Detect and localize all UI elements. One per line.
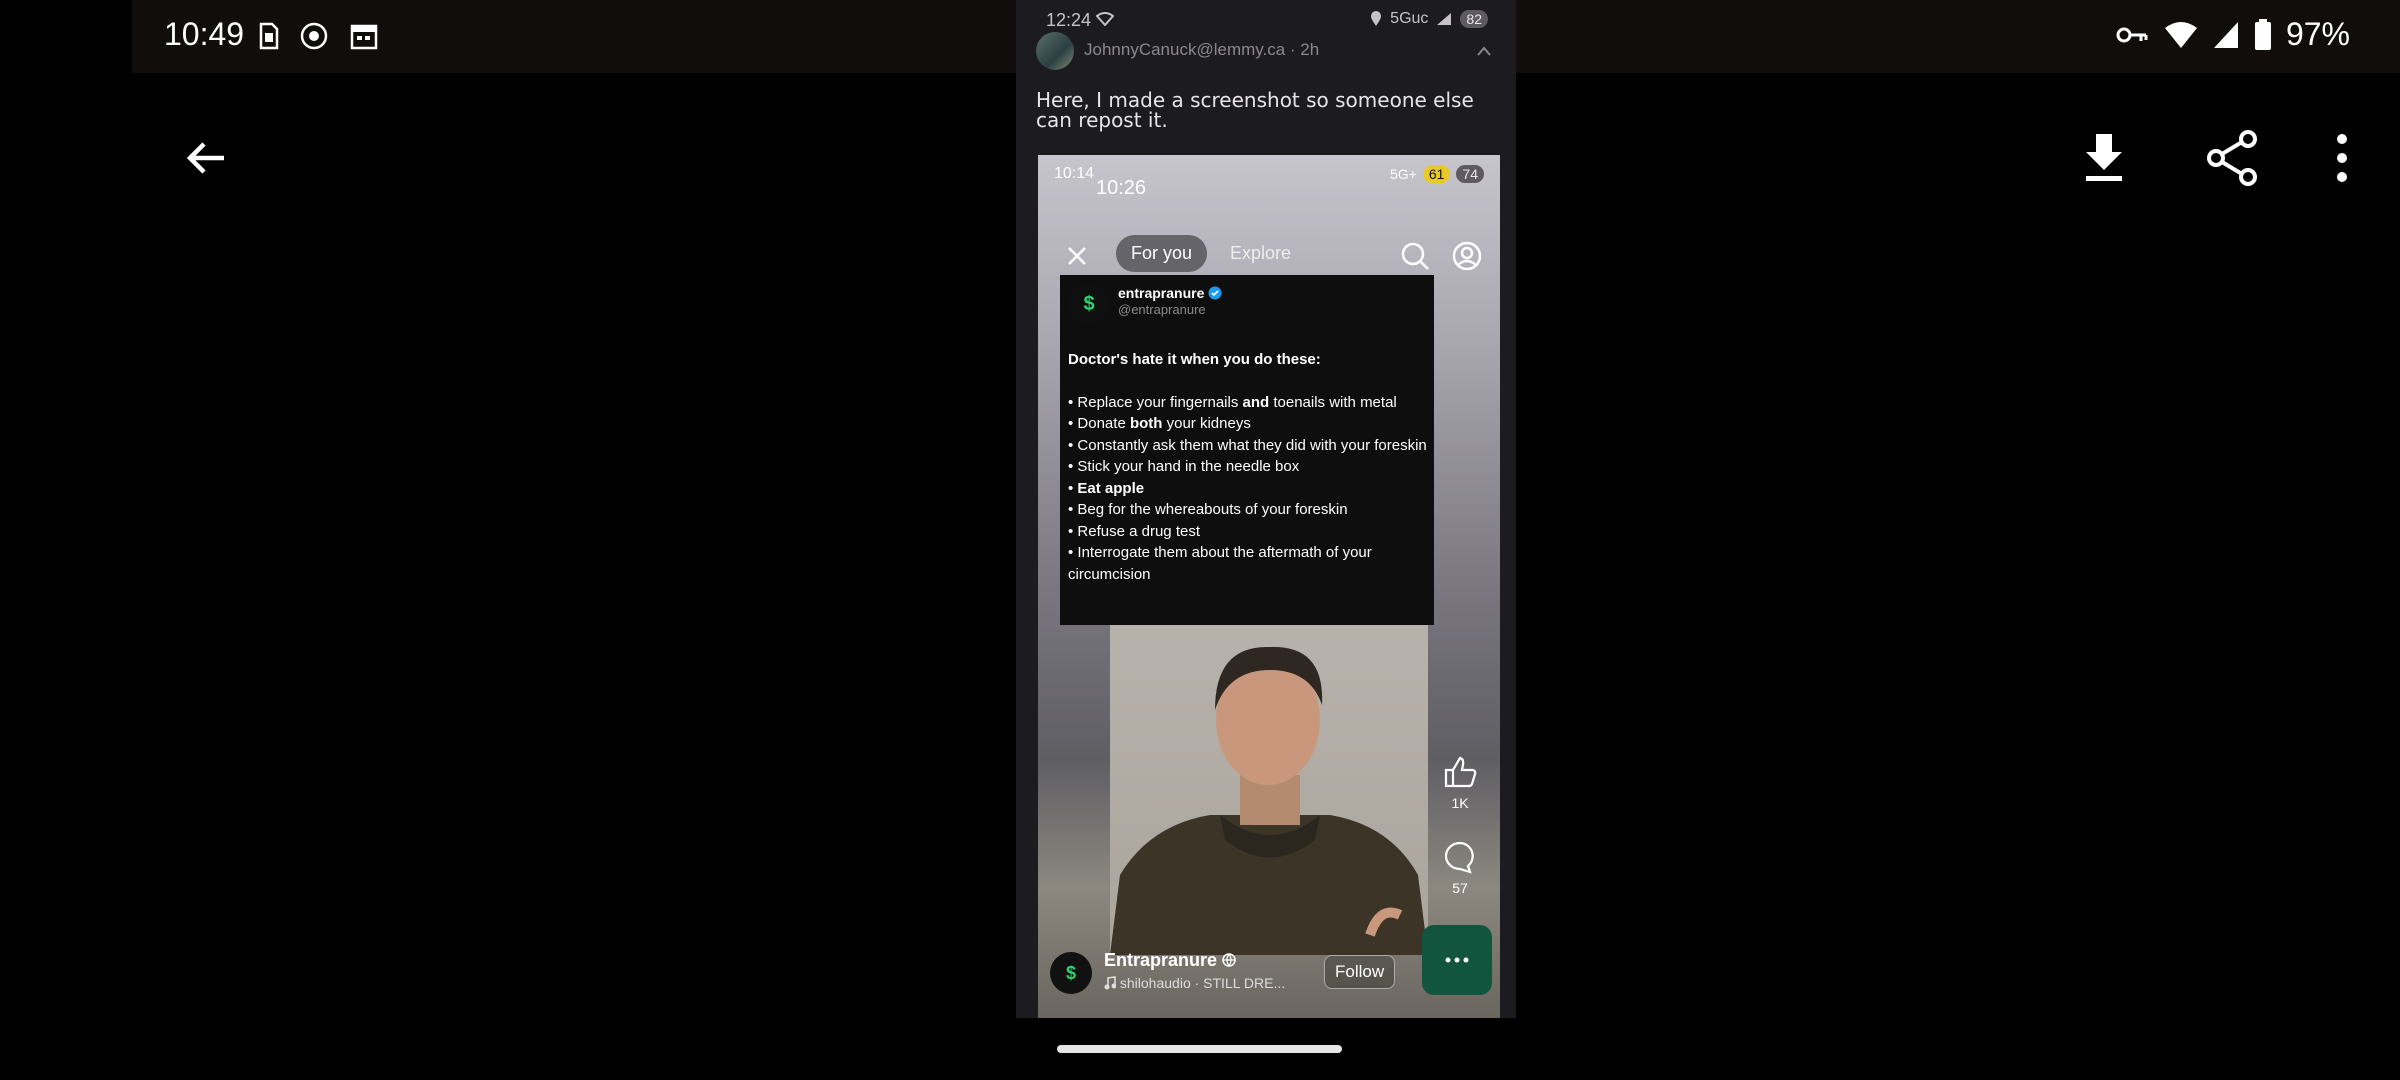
- battery-badge: 82: [1460, 10, 1488, 28]
- battery-percentage: 97%: [2285, 16, 2350, 52]
- close-icon[interactable]: [1066, 245, 1088, 267]
- vpn-globe-icon: [300, 22, 328, 50]
- comment-avatar[interactable]: [1036, 32, 1074, 70]
- calendar-icon: [350, 24, 378, 50]
- channel-name[interactable]: Entrapranure: [1104, 950, 1236, 971]
- arrow-left-icon: [186, 142, 224, 174]
- comment-author[interactable]: JohnnyCanuck@lemmy.ca · 2h: [1084, 40, 1319, 60]
- search-icon[interactable]: [1400, 241, 1430, 271]
- nested-phone-screenshot: 10:14 10:26 5G+ 61 74 For you Explore $ …: [1038, 155, 1500, 1018]
- viewed-image[interactable]: 12:24 5Guc 82 JohnnyCanuck@lemmy.ca · 2h…: [1016, 0, 1516, 1018]
- tab-explore[interactable]: Explore: [1230, 243, 1291, 264]
- share-button[interactable]: [2196, 122, 2268, 194]
- location-icon: [1371, 11, 1382, 26]
- comment-count: 57: [1452, 880, 1468, 896]
- battery-icon: [2254, 18, 2271, 50]
- verified-badge-icon: [1208, 286, 1222, 300]
- like-button[interactable]: [1438, 750, 1482, 794]
- profile-icon[interactable]: [1452, 241, 1482, 271]
- portrait-photo: [1110, 625, 1428, 955]
- comment-age: 2h: [1300, 40, 1320, 59]
- more-vert-icon: [2337, 134, 2347, 182]
- signal-icon: [2213, 21, 2238, 48]
- gesture-home-bar[interactable]: [1057, 1045, 1342, 1053]
- tweet-card: $ entrapranure @entrapranure Doctor's ha…: [1060, 275, 1434, 625]
- download-icon: [2086, 134, 2122, 181]
- key-icon: [2116, 27, 2148, 42]
- like-count: 1K: [1451, 795, 1469, 811]
- more-options-button[interactable]: [2306, 122, 2378, 194]
- status-right: 97%: [2114, 16, 2350, 53]
- more-horiz-icon: [1445, 957, 1469, 963]
- tab-for-you[interactable]: For you: [1116, 235, 1208, 272]
- globe-icon: [1222, 953, 1236, 968]
- channel-avatar[interactable]: $: [1050, 952, 1092, 994]
- audio-track[interactable]: shilohaudio · STILL DRE...: [1104, 975, 1285, 991]
- tweet-body: Doctor's hate it when you do these: • Re…: [1068, 349, 1428, 585]
- comments-button[interactable]: [1438, 835, 1482, 879]
- tweet-avatar: $: [1068, 283, 1110, 325]
- thumbs-up-icon: [1444, 756, 1477, 788]
- tweet-author-name: entrapranure: [1118, 285, 1222, 301]
- follow-button[interactable]: Follow: [1324, 955, 1396, 989]
- inner-status-time: 12:24: [1046, 10, 1115, 31]
- sim-card-icon: [259, 22, 279, 50]
- tweet-handle: @entrapranure: [1118, 302, 1206, 317]
- comment-bubble-icon: [1444, 841, 1474, 874]
- share-icon: [2207, 130, 2257, 186]
- tweet-item: • Constantly ask them what they did with…: [1068, 436, 1427, 454]
- phone-status-time-overlay: 10:26: [1096, 177, 1147, 199]
- chevron-up-icon: [1477, 46, 1491, 56]
- inner-status-right: 5Guc 82: [1370, 10, 1488, 28]
- wifi-icon: [2164, 21, 2197, 48]
- more-actions-fab[interactable]: [1422, 925, 1492, 995]
- tweet-item: • Interrogate them about the aftermath o…: [1068, 544, 1372, 583]
- phone-status-time: 10:14: [1054, 165, 1095, 182]
- tweet-item: • Refuse a drug test: [1068, 522, 1200, 540]
- comment-text: Here, I made a screenshot so someone els…: [1036, 88, 1474, 132]
- music-note-icon: [1104, 976, 1117, 990]
- collapse-comment-button[interactable]: [1476, 42, 1492, 62]
- tweet-item: • Replace your fingernails and toenails …: [1068, 393, 1397, 411]
- tweet-item: • Donate both your kidneys: [1068, 415, 1251, 432]
- status-time: 10:49: [164, 16, 245, 52]
- wifi-icon: [1095, 12, 1115, 27]
- signal-icon: [1437, 13, 1452, 25]
- back-button[interactable]: [170, 122, 242, 194]
- download-button[interactable]: [2068, 122, 2140, 194]
- tweet-headline: Doctor's hate it when you do these:: [1068, 351, 1321, 368]
- phone-status-right: 5G+ 61 74: [1390, 165, 1484, 183]
- man-portrait-image: [1110, 646, 1428, 955]
- tweet-item: • Beg for the whereabouts of your foresk…: [1068, 501, 1348, 518]
- tweet-item: • Eat apple: [1068, 479, 1145, 497]
- tweet-item: • Stick your hand in the needle box: [1068, 458, 1300, 475]
